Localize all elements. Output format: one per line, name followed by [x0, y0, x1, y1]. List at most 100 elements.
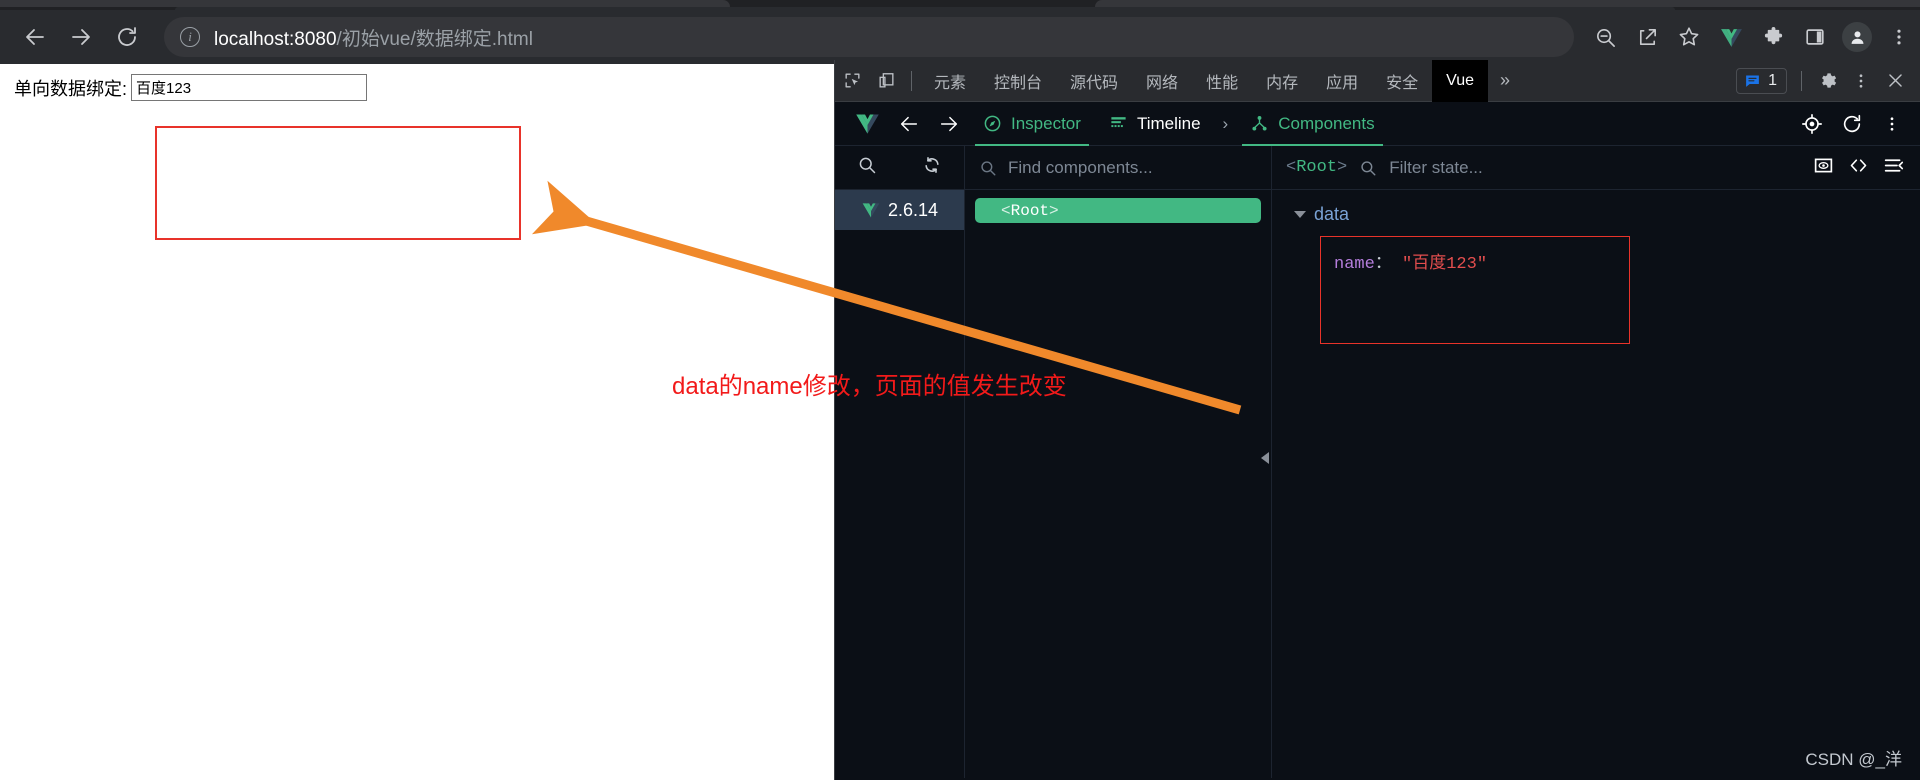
view-source-button[interactable]	[1848, 155, 1869, 181]
vue-back-button[interactable]	[889, 107, 929, 141]
web-page-viewport: 单向数据绑定:	[0, 64, 834, 780]
breadcrumb-open-bracket: <	[1286, 158, 1297, 177]
tab-timeline-label: Timeline	[1136, 113, 1201, 133]
message-badge[interactable]: 1	[1736, 67, 1787, 94]
tab-overflow-button[interactable]: »	[1488, 70, 1522, 91]
toolbar-actions	[1584, 16, 1920, 58]
forward-button[interactable]	[58, 14, 104, 60]
bookmark-button[interactable]	[1668, 16, 1710, 58]
state-entry-name[interactable]: name： "百度123"	[1334, 248, 1487, 274]
vue-logo-icon	[862, 203, 880, 218]
background-tab-left[interactable]	[0, 0, 730, 7]
devtools-close-button[interactable]	[1878, 64, 1912, 98]
arrow-left-icon	[900, 116, 918, 131]
timeline-icon	[1111, 117, 1126, 128]
vue-forward-button[interactable]	[929, 107, 969, 141]
device-toolbar-icon	[878, 73, 894, 88]
vue-extension-icon	[1720, 28, 1742, 47]
binding-label: 单向数据绑定:	[14, 78, 128, 99]
vue-menu-button[interactable]	[1874, 107, 1910, 141]
vue-refresh-button[interactable]	[1834, 107, 1870, 141]
zoom-out-icon	[1596, 28, 1615, 47]
tab-vue[interactable]: Vue	[1432, 59, 1488, 102]
tree-toolbar	[835, 146, 965, 189]
search-icon	[1361, 160, 1376, 175]
message-count: 1	[1768, 71, 1777, 89]
vue-search-row: Find components... <Root> Filter state..…	[835, 146, 1920, 190]
chrome-menu-button[interactable]	[1878, 16, 1920, 58]
side-panel-icon	[1806, 29, 1824, 45]
inspect-element-icon	[844, 73, 860, 88]
tab-memory[interactable]: 内存	[1252, 60, 1312, 102]
tab-elements[interactable]: 元素	[920, 60, 980, 102]
find-components-field[interactable]: Find components...	[965, 146, 1272, 189]
filter-state-placeholder: Filter state...	[1389, 157, 1483, 177]
state-toolbar	[1813, 155, 1920, 181]
side-panel-button[interactable]	[1794, 16, 1836, 58]
vue-devtools-header: Inspector Timeline › Components	[835, 102, 1920, 146]
devtools-tab-bar-actions: 1	[1736, 64, 1920, 98]
inspect-element-button[interactable]	[835, 64, 869, 98]
profile-button[interactable]	[1836, 16, 1878, 58]
select-component-button[interactable]	[1794, 107, 1830, 141]
devtools-settings-button[interactable]	[1810, 64, 1844, 98]
message-badge-icon	[1746, 75, 1759, 87]
tab-console[interactable]: 控制台	[980, 60, 1056, 102]
tab-components-label: Components	[1278, 113, 1375, 133]
tab-sources[interactable]: 源代码	[1056, 60, 1132, 102]
vue-logo-icon	[855, 114, 879, 134]
devtools-menu-button[interactable]	[1844, 64, 1878, 98]
address-bar[interactable]: i localhost:8080/初始vue/数据绑定.html	[164, 17, 1574, 57]
chevron-right-icon[interactable]: ›	[1215, 114, 1237, 134]
browser-tab-strip	[0, 0, 1920, 10]
inspect-dom-button[interactable]	[1813, 155, 1834, 181]
tab-inspector-label: Inspector	[1011, 113, 1081, 133]
avatar	[1842, 22, 1872, 52]
vue-version-text: 2.6.14	[887, 199, 939, 220]
component-tree-pane: < Root >	[965, 190, 1272, 778]
back-button[interactable]	[12, 14, 58, 60]
tree-search-button[interactable]	[857, 155, 877, 180]
tab-performance[interactable]: 性能	[1192, 60, 1252, 102]
share-button[interactable]	[1626, 16, 1668, 58]
tab-security[interactable]: 安全	[1372, 60, 1432, 102]
vue-menu-icon	[1890, 116, 1894, 131]
vue-version-badge[interactable]: 2.6.14	[835, 190, 964, 230]
site-info-icon[interactable]: i	[180, 27, 200, 47]
compass-icon	[984, 115, 1001, 132]
bookmark-star-icon	[1679, 27, 1699, 46]
reload-button[interactable]	[104, 14, 150, 60]
profile-avatar-icon	[1851, 30, 1863, 44]
selected-component-breadcrumb[interactable]: <Root>	[1286, 158, 1347, 177]
vue-extension-button[interactable]	[1710, 16, 1752, 58]
tab-timeline[interactable]: Timeline	[1095, 102, 1215, 146]
actions-divider	[1801, 70, 1802, 91]
state-entry-open-quote: "	[1402, 255, 1413, 274]
zoom-out-button[interactable]	[1584, 16, 1626, 58]
collapse-all-button[interactable]	[1883, 155, 1904, 181]
device-toolbar-button[interactable]	[869, 64, 903, 98]
code-brackets-icon	[1850, 158, 1867, 172]
component-node-root[interactable]: < Root >	[975, 198, 1261, 223]
tab-components[interactable]: Components	[1236, 102, 1388, 146]
find-components-placeholder: Find components...	[1008, 157, 1153, 177]
vue-logo	[845, 110, 889, 137]
background-tab-right[interactable]	[1095, 0, 1920, 7]
collapse-sidebar-handle[interactable]	[1261, 452, 1269, 464]
chevron-down-icon[interactable]	[1294, 211, 1306, 218]
tab-network[interactable]: 网络	[1132, 60, 1192, 102]
vue-version-pane: 2.6.14	[835, 190, 965, 778]
page-annotation-box	[155, 126, 521, 240]
tree-sync-button[interactable]	[922, 155, 942, 180]
state-header: <Root> Filter state...	[1272, 146, 1920, 189]
breadcrumb-close-bracket: >	[1337, 158, 1348, 177]
extensions-button[interactable]	[1752, 16, 1794, 58]
tab-application[interactable]: 应用	[1312, 60, 1372, 102]
state-group-data[interactable]: data	[1294, 204, 1920, 225]
name-input[interactable]	[131, 74, 368, 101]
node-name: Root	[1010, 201, 1050, 220]
node-open-bracket: <	[1001, 201, 1011, 220]
search-icon	[859, 157, 876, 174]
tab-inspector[interactable]: Inspector	[969, 102, 1095, 146]
search-icon	[981, 160, 996, 175]
